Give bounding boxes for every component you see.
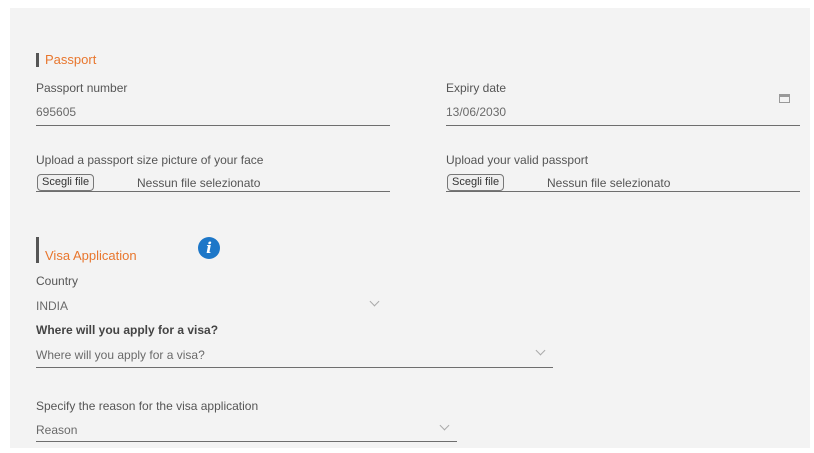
passport-file-status: Nessun file selezionato bbox=[547, 176, 671, 190]
passport-section-label: Passport bbox=[45, 52, 97, 67]
apply-location-select[interactable]: Where will you apply for a visa? bbox=[36, 348, 205, 362]
expiry-date-input[interactable]: 13/06/2030 bbox=[446, 105, 506, 119]
reason-underline bbox=[36, 441, 457, 442]
info-icon[interactable]: i bbox=[198, 237, 220, 259]
expiry-date-underline bbox=[446, 125, 800, 126]
chevron-down-icon[interactable] bbox=[439, 420, 450, 431]
face-choose-file-button[interactable]: Scegli file bbox=[37, 174, 95, 191]
face-upload-label: Upload a passport size picture of your f… bbox=[36, 153, 264, 167]
chevron-down-icon[interactable] bbox=[369, 296, 380, 307]
passport-upload-label: Upload your valid passport bbox=[446, 153, 589, 167]
passport-section-title: Passport bbox=[36, 52, 96, 67]
face-file-status: Nessun file selezionato bbox=[137, 176, 261, 190]
chevron-down-icon[interactable] bbox=[535, 345, 546, 356]
reason-label: Specify the reason for the visa applicat… bbox=[36, 399, 259, 413]
reason-select[interactable]: Reason bbox=[36, 423, 77, 437]
expiry-date-label: Expiry date bbox=[446, 81, 507, 95]
section-bar bbox=[36, 52, 39, 67]
country-label: Country bbox=[36, 274, 79, 288]
passport-number-input[interactable]: 695605 bbox=[36, 105, 76, 119]
visa-section-title: Visa Application bbox=[36, 236, 137, 263]
application-form: Passport Passport number 695605 Expiry d… bbox=[10, 8, 810, 448]
country-select[interactable]: INDIA bbox=[36, 299, 68, 313]
face-upload-underline bbox=[36, 191, 390, 192]
apply-location-underline bbox=[36, 367, 553, 368]
calendar-icon[interactable] bbox=[779, 94, 790, 103]
passport-number-underline bbox=[36, 125, 390, 126]
visa-section-label: Visa Application bbox=[45, 248, 137, 263]
passport-choose-file-button[interactable]: Scegli file bbox=[447, 174, 505, 191]
section-bar bbox=[36, 236, 39, 263]
apply-location-label: Where will you apply for a visa? bbox=[36, 323, 219, 337]
passport-upload-underline bbox=[446, 191, 800, 192]
passport-number-label: Passport number bbox=[36, 81, 128, 95]
